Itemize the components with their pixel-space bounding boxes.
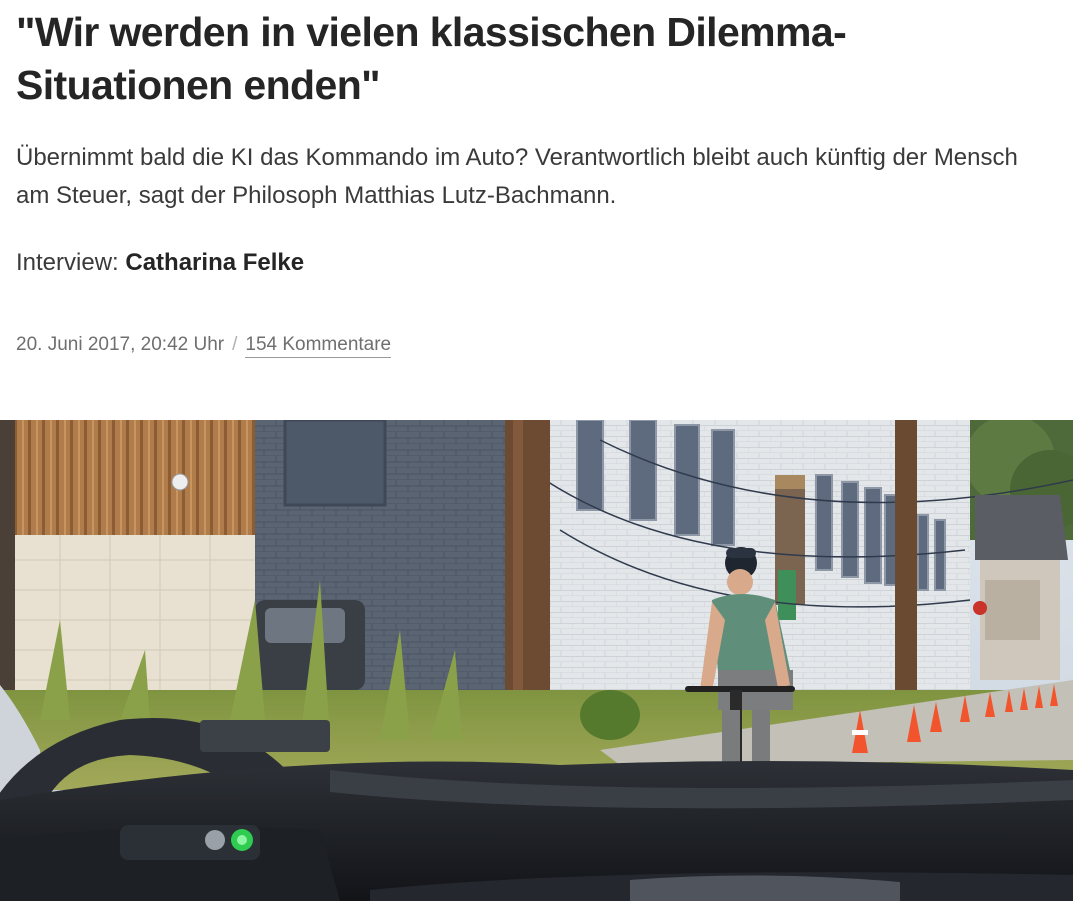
byline: Interview: Catharina Felke — [16, 248, 1056, 278]
author-name: Catharina Felke — [125, 249, 305, 276]
article-summary: Übernimmt bald die KI das Kommando im Au… — [16, 144, 1018, 209]
hero-image — [0, 420, 1073, 901]
article-metadata: 20. Juni 2017, 20:42 Uhr / 154 Kommentare — [16, 333, 392, 358]
metadata-separator: / — [232, 334, 238, 355]
article-headline: "Wir werden in vielen klassischen Dilemm… — [16, 9, 847, 108]
byline-prefix: Interview: — [16, 249, 126, 276]
article-header: "Wir werden in vielen klassischen Dilemm… — [16, 0, 1056, 278]
comments-link[interactable]: 154 Kommentare — [245, 334, 392, 358]
publish-date: 20. Juni 2017, 20:42 Uhr — [16, 334, 225, 355]
